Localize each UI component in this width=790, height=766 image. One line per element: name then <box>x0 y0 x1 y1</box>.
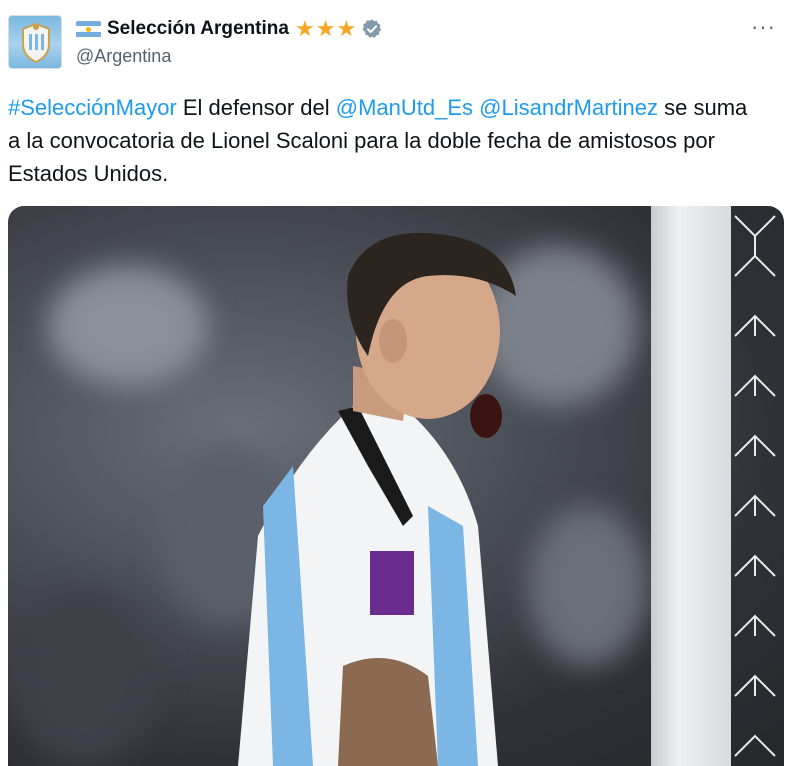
player-figure <box>238 232 516 766</box>
star-icon: ★ <box>315 16 336 41</box>
star-icon: ★ <box>294 16 315 41</box>
mention-link-manutd[interactable]: @ManUtd_Es <box>336 95 473 120</box>
account-handle[interactable]: @Argentina <box>76 46 383 67</box>
tweet-header: Selección Argentina ★ ★ ★ @Argentina <box>76 16 383 67</box>
tweet-media-photo[interactable] <box>8 206 784 766</box>
avatar[interactable] <box>8 15 62 69</box>
star-rating: ★ ★ ★ <box>295 18 357 40</box>
hashtag-link[interactable]: #SelecciónMayor <box>8 95 177 120</box>
mention-link-lisandro[interactable]: @LisandrMartinez <box>479 95 658 120</box>
afa-crest-icon <box>22 22 50 64</box>
argentina-flag-icon <box>76 20 101 38</box>
star-icon: ★ <box>336 16 357 41</box>
tweet-text: #SelecciónMayor El defensor del @ManUtd_… <box>8 91 748 190</box>
account-name[interactable]: Selección Argentina <box>107 18 289 40</box>
verified-badge-icon <box>362 19 382 38</box>
more-options-icon[interactable]: ··· <box>751 14 776 40</box>
name-row: Selección Argentina ★ ★ ★ <box>76 16 383 42</box>
tweet-text-part: El defensor del <box>176 95 336 120</box>
